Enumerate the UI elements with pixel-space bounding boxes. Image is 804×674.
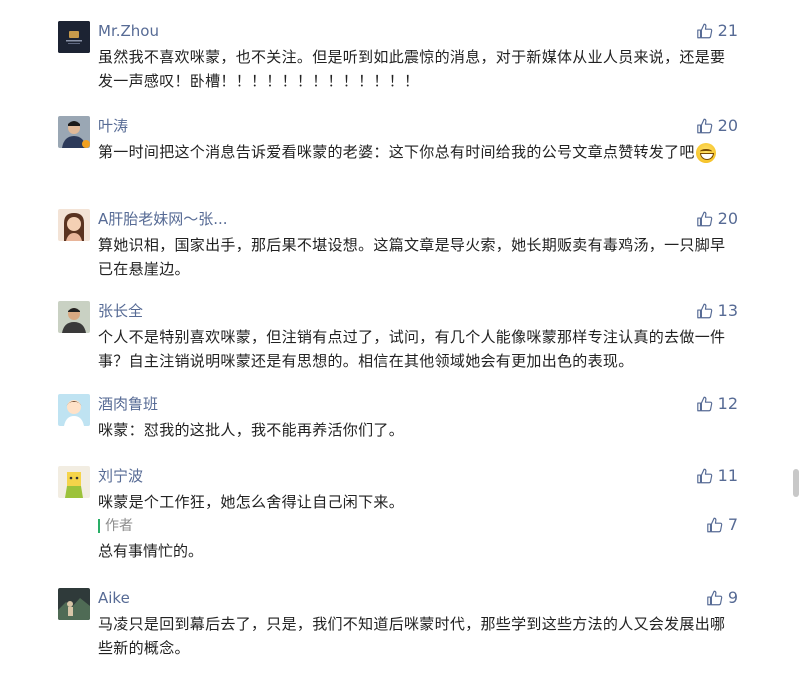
like-count: 12 [717,394,738,413]
thumbs-up-icon [696,23,712,39]
thumbs-up-icon [696,468,712,484]
comment-text: 第一时间把这个消息告诉爱看咪蒙的老婆：这下你总有时间给我的公号文章点赞转发了吧 [98,140,738,164]
comment-text-body: 第一时间把这个消息告诉爱看咪蒙的老婆：这下你总有时间给我的公号文章点赞转发了吧 [98,143,695,161]
thumbs-up-icon [696,396,712,412]
like-button[interactable]: 21 [696,21,738,41]
grin-emoji-icon [695,142,716,163]
avatar[interactable] [58,394,90,426]
comment-text: 咪蒙是个工作狂，她怎么舍得让自己闲下来。 [98,493,405,511]
avatar[interactable] [58,21,90,53]
like-button[interactable]: 7 [706,515,738,535]
author-reply-bar [98,519,100,533]
like-count: 11 [717,466,738,485]
like-count: 21 [717,21,738,40]
commenter-name[interactable]: 刘宁波 [98,467,143,485]
avatar[interactable] [58,116,90,148]
comment-text: 个人不是特别喜欢咪蒙，但注销有点过了，试问，有几个人能像咪蒙那样专注认真的去做一… [98,328,726,370]
comment-list: Mr.Zhou 21 虽然我不喜欢咪蒙，也不关注。但是听到如此震惊的消息，对于新… [0,0,804,674]
like-button[interactable]: 13 [696,301,738,321]
commenter-name[interactable]: 张长全 [98,302,143,320]
avatar[interactable] [58,209,90,241]
like-button[interactable]: 20 [696,209,738,229]
comment-text: 马凌只是回到幕后去了，只是，我们不知道后咪蒙时代，那些学到这些方法的人又会发展出… [98,615,726,657]
like-count: 13 [717,301,738,320]
like-count: 9 [727,588,738,607]
avatar[interactable] [58,301,90,333]
commenter-name[interactable]: Aike [98,589,130,607]
thumbs-up-icon [707,517,723,533]
like-button[interactable]: 11 [696,466,738,486]
thumbs-up-icon [707,590,723,606]
thumbs-up-icon [696,211,712,227]
avatar[interactable] [58,466,90,498]
commenter-name[interactable]: 酒肉鲁班 [98,395,158,413]
thumbs-up-icon [696,303,712,319]
thumbs-up-icon [696,118,712,134]
like-button[interactable]: 20 [696,116,738,136]
comment-text: 算她识相，国家出手，那后果不堪设想。这篇文章是导火索，她长期贩卖有毒鸡汤，一只脚… [98,236,726,278]
comment-text: 咪蒙：怼我的这批人，我不能再养活你们了。 [98,421,405,439]
avatar[interactable] [58,588,90,620]
like-button[interactable]: 12 [696,394,738,414]
comment-text: 虽然我不喜欢咪蒙，也不关注。但是听到如此震惊的消息，对于新媒体从业人员来说，还是… [98,48,726,90]
scrollbar-thumb[interactable] [793,469,799,497]
commenter-name[interactable]: A肝胎老妹网～张... [98,210,228,228]
reply-text: 总有事情忙的。 [98,542,204,560]
author-label: 作者 [105,518,133,534]
like-button[interactable]: 9 [706,588,738,608]
commenter-name[interactable]: 叶涛 [98,117,128,135]
commenter-name[interactable]: Mr.Zhou [98,22,159,40]
like-count: 7 [727,515,738,534]
like-count: 20 [717,209,738,228]
like-count: 20 [717,116,738,135]
